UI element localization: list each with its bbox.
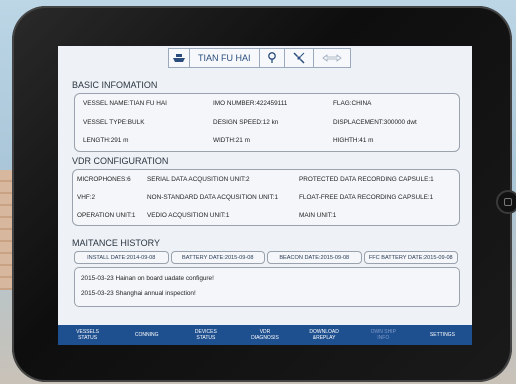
floatfree-capsule-field: FLOAT-FREE DATA RECORDING CAPSULE:1: [299, 194, 434, 201]
satellite-icon[interactable]: [285, 49, 314, 67]
maintenance-title: MAITANCE HISTORY: [72, 238, 161, 248]
vessel-name-title: TIAN FU HAI: [190, 49, 260, 67]
vdr-config-title: VDR CONFIGURATION: [72, 156, 169, 166]
basic-info-title: BASIC INFOMATION: [72, 80, 158, 90]
nav-vessels-status[interactable]: VESSELS STATUS: [58, 325, 117, 345]
design-speed-field: DESIGN SPEED:12 kn: [213, 119, 279, 126]
nav-vdr-diagnosis[interactable]: VDR DIAGNOSIS: [235, 325, 294, 345]
log-entry: 2015-03-23 Hainan on board uadate config…: [81, 275, 214, 282]
vdr-config-panel: MICROPHONES:6 SERIAL DATA ACQUSITION UNI…: [72, 169, 460, 226]
operation-unit-field: OPERATION UNIT:1: [77, 212, 136, 219]
nav-download-replay[interactable]: DOWNLOAD &REPLAY: [295, 325, 354, 345]
balloon-icon[interactable]: [260, 49, 285, 67]
top-bar: TIAN FU HAI: [58, 46, 472, 70]
vhf-field: VHF:2: [77, 194, 96, 201]
nav-devices-status[interactable]: DEVICES STATUS: [176, 325, 235, 345]
vessel-nav: TIAN FU HAI: [168, 48, 351, 68]
log-entry: 2015-03-23 Shanghai annual inspection!: [81, 290, 196, 297]
app-screen: TIAN FU HAI BASIC INFOMATION VESSEL NAME…: [58, 46, 472, 345]
ship-icon[interactable]: [169, 49, 190, 67]
flag-field: FLAG:CHINA: [333, 100, 372, 107]
serial-unit-field: SERIAL DATA ACQUSITION UNIT:2: [147, 176, 250, 183]
video-unit-field: VEDIO ACQUSITION UNIT:1: [147, 212, 230, 219]
arrows-icon[interactable]: [314, 49, 350, 67]
height-field: HIGHTH:41 m: [333, 137, 374, 144]
nav-own-ship-info[interactable]: OWN SHIP INFO: [354, 325, 413, 345]
vessel-name-field: VESSEL NAME:TIAN FU HAI: [83, 100, 167, 107]
nav-settings[interactable]: SETTINGS: [413, 325, 472, 345]
basic-info-panel: VESSEL NAME:TIAN FU HAI IMO NUMBER:42245…: [74, 93, 460, 152]
install-date: INSTALL DATE:2014-09-08: [74, 251, 169, 264]
beacon-date: BEACON DATE:2015-09-08: [267, 251, 362, 264]
main-unit-field: MAIN UNIT:1: [299, 212, 337, 219]
width-field: WIDTH:21 m: [213, 137, 250, 144]
ffc-battery-date: FFC BATTERY DATE:2015-09-08: [363, 251, 458, 264]
maintenance-log: 2015-03-23 Hainan on board uadate config…: [74, 267, 460, 307]
home-button[interactable]: [496, 190, 516, 214]
microphones-field: MICROPHONES:6: [77, 176, 131, 183]
bottom-nav: VESSELS STATUS CONNING DEVICES STATUS VD…: [58, 325, 472, 345]
nonstandard-unit-field: NON-STANDARD DATA ACQUSITION UNIT:1: [147, 194, 279, 201]
length-field: LENGTH:291 m: [83, 137, 129, 144]
maintenance-dates: INSTALL DATE:2014-09-08 BATTERY DATE:201…: [74, 251, 458, 264]
nav-conning[interactable]: CONNING: [117, 325, 176, 345]
vessel-type-field: VESSEL TYPE:BULK: [83, 119, 145, 126]
displacement-field: DISPLACEMENT:300000 dwt: [333, 119, 417, 126]
battery-date: BATTERY DATE:2015-09-08: [170, 251, 265, 264]
protected-capsule-field: PROTECTED DATA RECORDING CAPSULE:1: [299, 176, 434, 183]
imo-field: IMO NUMBER:422459111: [213, 100, 288, 107]
